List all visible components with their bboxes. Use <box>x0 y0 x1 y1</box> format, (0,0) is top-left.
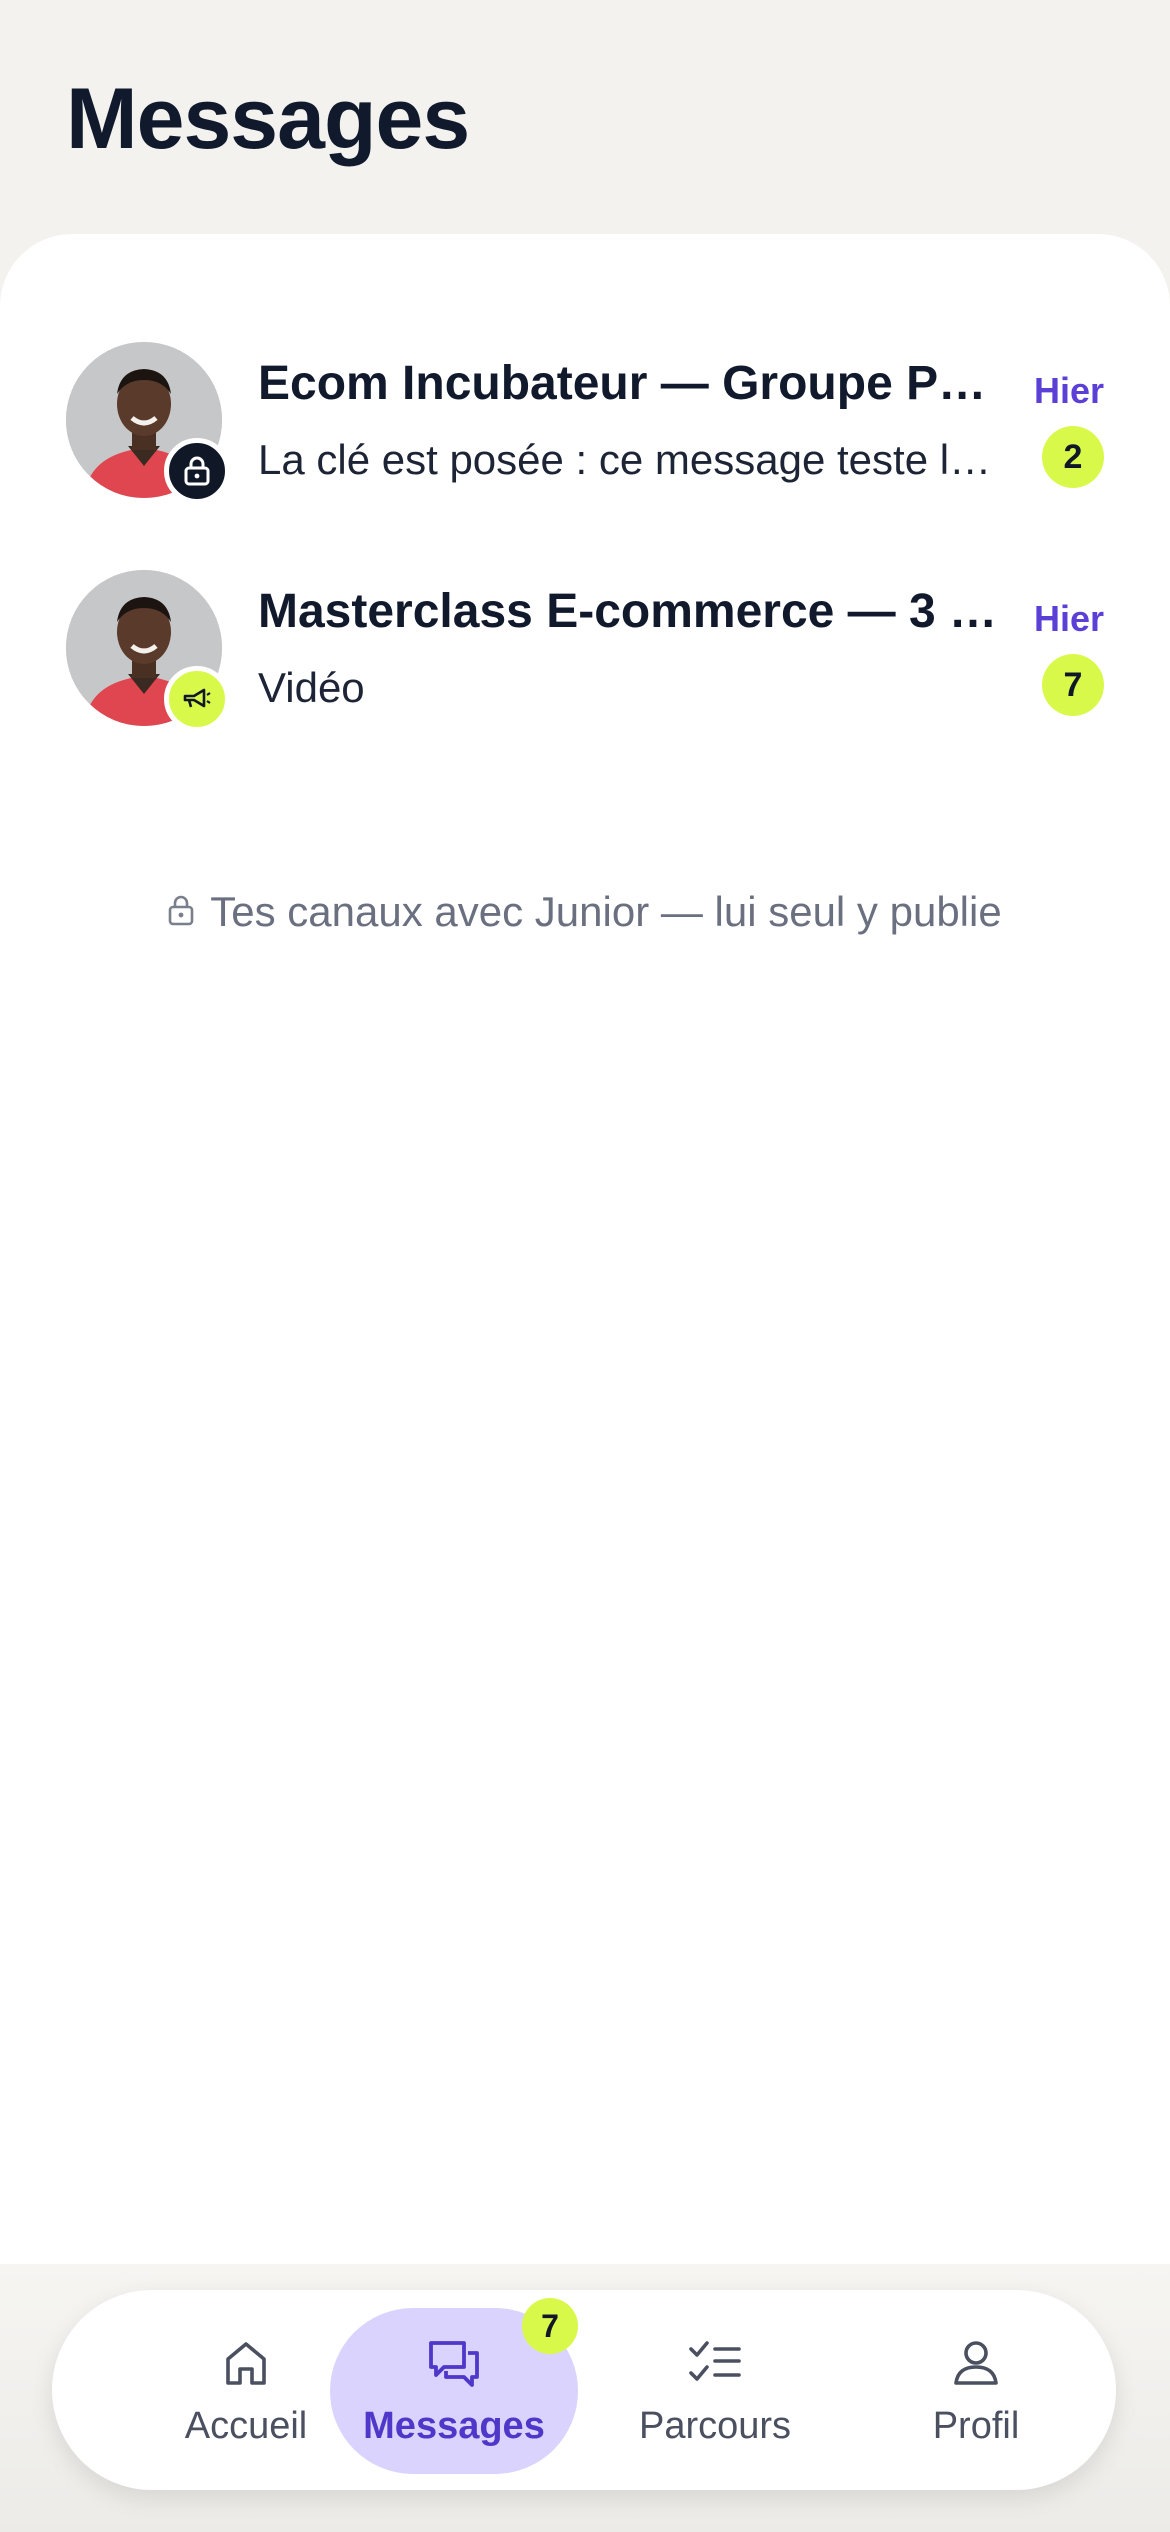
channels-footnote: Tes canaux avec Junior — lui seul y publ… <box>0 888 1170 936</box>
home-icon <box>218 2335 274 2391</box>
footnote-text: Tes canaux avec Junior — lui seul y publ… <box>210 888 1002 935</box>
unread-count-badge: 7 <box>1042 654 1104 716</box>
lock-icon <box>164 438 230 504</box>
chat-icon <box>426 2335 482 2391</box>
messages-count-badge: 7 <box>522 2298 578 2354</box>
tab-profil[interactable]: Profil <box>852 2308 1100 2474</box>
checklist-icon <box>687 2335 743 2391</box>
lock-icon <box>168 888 194 936</box>
page-title: Messages <box>66 71 470 167</box>
tab-label: Profil <box>932 2404 1020 2447</box>
tab-label: Parcours <box>638 2404 792 2447</box>
conversation-time: Hier <box>1033 370 1104 411</box>
unread-count-badge: 2 <box>1042 426 1104 488</box>
conversation-preview: La clé est posée : ce message teste le c… <box>258 436 998 483</box>
tab-label: Accueil <box>184 2404 308 2447</box>
conversation-title: Ecom Incubateur — Groupe Privé <box>258 357 998 410</box>
megaphone-icon <box>164 666 230 732</box>
bottom-tabbar: Accueil Messages 7 Parcours Profil <box>52 2290 1116 2490</box>
conversation-time: Hier <box>1033 598 1104 639</box>
tab-label: Messages <box>363 2404 545 2447</box>
tab-parcours[interactable]: Parcours <box>591 2308 839 2474</box>
conversation-title: Masterclass E-commerce — 3 jours <box>258 585 998 638</box>
conversation-list: Ecom Incubateur — Groupe Privé La clé es… <box>0 234 1170 2264</box>
conversation-item[interactable]: Masterclass E-commerce — 3 jours Vidéo H… <box>66 570 1104 732</box>
conversation-item[interactable]: Ecom Incubateur — Groupe Privé La clé es… <box>66 342 1104 504</box>
conversation-preview: Vidéo <box>258 664 365 711</box>
user-icon <box>948 2335 1004 2391</box>
